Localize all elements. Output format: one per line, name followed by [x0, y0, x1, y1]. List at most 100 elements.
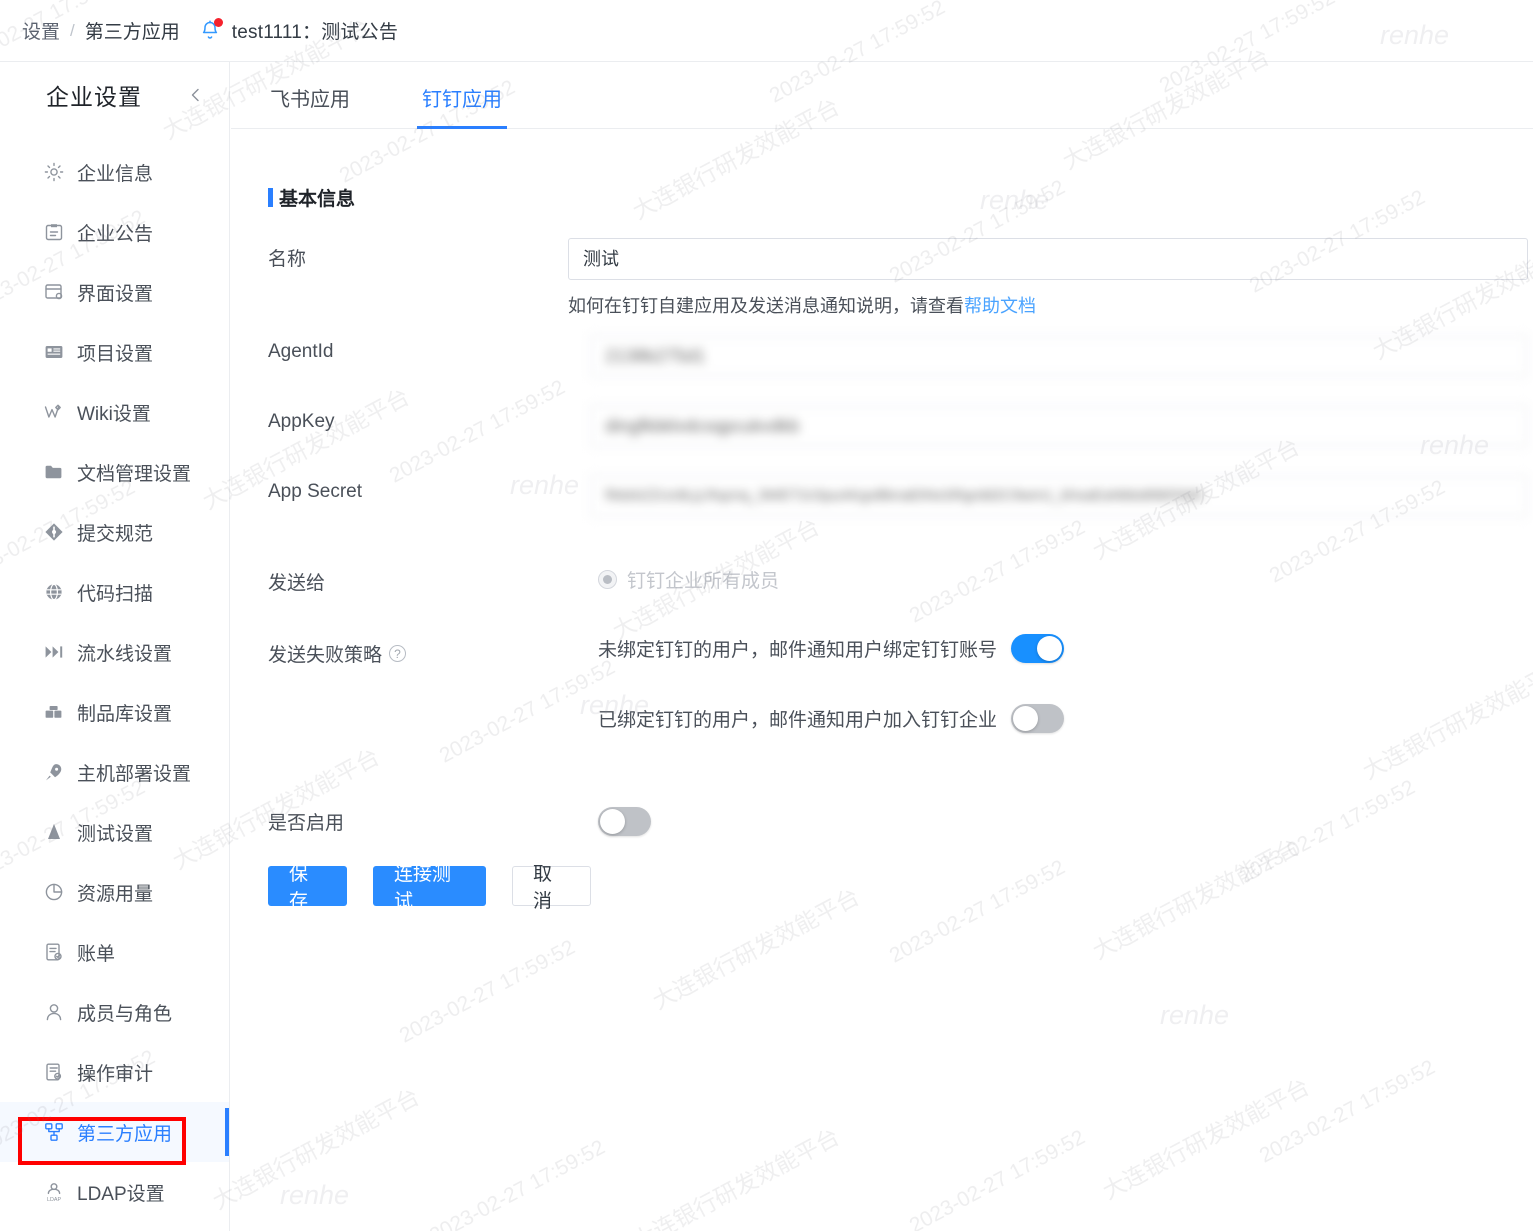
sidebar-item-8[interactable]: 代码扫描: [0, 562, 229, 622]
appsecret-input[interactable]: f9dzkZZUc8LjLRqznq_3WET2c5puAKgvBknaEtNs…: [590, 475, 1528, 517]
cancel-button[interactable]: 取 消: [512, 864, 591, 912]
announcement-text[interactable]: test1111：测试公告: [232, 17, 398, 44]
question-circle-icon[interactable]: ?: [389, 645, 407, 662]
sidebar-item-12[interactable]: 测试设置: [0, 802, 229, 862]
sidebar-item-13[interactable]: 资源用量: [0, 862, 229, 922]
rocket-icon: [42, 760, 66, 784]
sidebar-item-3[interactable]: 界面设置: [0, 262, 229, 322]
sidebar-item-10[interactable]: 制品库设置: [0, 682, 229, 742]
user-icon: [42, 1000, 66, 1024]
label-agentid: AgentId: [268, 341, 334, 362]
label-appsecret: App Secret: [268, 481, 362, 502]
fail-policy-switch-1[interactable]: [1011, 634, 1065, 663]
agentid-input[interactable]: 2138b275d1: [590, 335, 1528, 377]
sidebar-item-label: 提交规范: [77, 523, 154, 545]
sidebar-item-label: 主机部署设置: [77, 763, 192, 785]
tab-dingtalk[interactable]: 钉钉应用: [417, 83, 507, 129]
section-header: 基本信息: [268, 184, 1533, 211]
bell-icon[interactable]: [198, 17, 223, 44]
name-input[interactable]: 测试: [568, 238, 1528, 280]
name-hint: 如何在钉钉自建应用及发送消息通知说明，请查看帮助文档: [568, 292, 1528, 318]
sidebar-item-14[interactable]: 账单: [0, 922, 229, 982]
form-row-appkey: AppKey dingfkbklvdcsqpcukvdkb: [268, 405, 1528, 447]
svg-text:LDAP: LDAP: [47, 1197, 61, 1203]
project-icon: [42, 340, 66, 364]
form-row-name: 名称 测试 如何在钉钉自建应用及发送消息通知说明，请查看帮助文档: [268, 238, 1528, 318]
sidebar-item-11[interactable]: 主机部署设置: [0, 742, 229, 802]
notification-badge-dot: [213, 17, 223, 27]
sidebar-item-label: 企业公告: [77, 223, 154, 245]
gear-icon: [42, 160, 66, 184]
sidebar-item-label: 资源用量: [77, 883, 154, 905]
sidebar-item-5[interactable]: Wiki设置: [0, 382, 229, 442]
label-enabled: 是否启用: [268, 813, 345, 834]
sidebar-item-label: 流水线设置: [77, 643, 173, 665]
sidebar-item-label: 项目设置: [77, 343, 154, 365]
folder-icon: [42, 460, 66, 484]
chevron-left-icon[interactable]: [185, 84, 207, 106]
form-row-agentid: AgentId 2138b275d1: [268, 335, 1528, 377]
sidebar-item-label: 第三方应用: [77, 1123, 173, 1145]
label-fail-policy-text: 发送失败策略: [268, 645, 383, 666]
fail-policy-switch-1-label: 未绑定钉钉的用户，邮件通知用户绑定钉钉账号: [598, 640, 998, 661]
save-button[interactable]: 保 存: [268, 864, 347, 912]
form-row-appsecret: App Secret f9dzkZZUc8LjLRqznq_3WET2c5puA…: [268, 475, 1528, 517]
form-row-sendto: 发送给 钉钉企业所有成员: [268, 562, 1528, 595]
sidebar-item-label: 代码扫描: [77, 583, 154, 605]
section-title-text: 基本信息: [279, 189, 356, 210]
label-fail-policy: 发送失败策略 ?: [268, 634, 598, 667]
sidebar: 企业设置 企业信息企业公告界面设置项目设置 Wiki设置文档管理设置 提交规范代码扫…: [0, 62, 230, 1231]
label-name: 名称: [268, 249, 307, 270]
sidebar-nav: 企业信息企业公告界面设置项目设置 Wiki设置文档管理设置 提交规范代码扫描流水线设…: [0, 128, 229, 1222]
sidebar-item-16[interactable]: 操作审计: [0, 1042, 229, 1102]
sidebar-item-label: LDAP设置: [77, 1183, 165, 1205]
sidebar-item-15[interactable]: 成员与角色: [0, 982, 229, 1042]
radio-all-members-label: 钉钉企业所有成员: [627, 571, 780, 592]
fail-policy-switch-2-label: 已绑定钉钉的用户，邮件通知用户加入钉钉企业: [598, 710, 998, 731]
sidebar-item-1[interactable]: 企业信息: [0, 142, 229, 202]
breadcrumb-current: 第三方应用: [84, 22, 180, 43]
commit-icon: [42, 520, 66, 544]
sidebar-item-6[interactable]: 文档管理设置: [0, 442, 229, 502]
fail-policy-switch-2[interactable]: [1011, 704, 1065, 733]
flask-icon: [42, 820, 66, 844]
sidebar-item-label: 操作审计: [77, 1063, 154, 1085]
sidebar-title: 企业设置: [46, 84, 142, 110]
sidebar-item-17[interactable]: 第三方应用: [0, 1102, 229, 1162]
name-hint-text: 如何在钉钉自建应用及发送消息通知说明，请查看: [568, 296, 964, 316]
breadcrumb-bar: 设置 / 第三方应用 test1111：测试公告: [0, 0, 1533, 62]
wiki-icon: [42, 400, 66, 424]
help-doc-link[interactable]: 帮助文档: [964, 296, 1036, 316]
sidebar-item-9[interactable]: 流水线设置: [0, 622, 229, 682]
sidebar-item-label: 企业信息: [77, 163, 154, 185]
label-appkey: AppKey: [268, 411, 335, 432]
form-row-fail-policy: 发送失败策略 ? 未绑定钉钉的用户，邮件通知用户绑定钉钉账号 已绑定钉钉的用户，…: [268, 634, 1528, 733]
connection-test-button[interactable]: 连接测试: [373, 864, 486, 912]
breadcrumb-root[interactable]: 设置: [22, 17, 60, 44]
sidebar-item-18[interactable]: LDAP LDAP设置: [0, 1162, 229, 1222]
main-content: 飞书应用 钉钉应用 基本信息 名称 测试 如何在钉钉自建应用及发送消息通知说明，…: [231, 62, 1533, 1231]
sidebar-item-label: 成员与角色: [77, 1003, 173, 1025]
sidebar-header: 企业设置: [0, 62, 229, 128]
audit-icon: [42, 1060, 66, 1084]
enabled-switch[interactable]: [598, 807, 651, 836]
tab-bar: 飞书应用 钉钉应用: [231, 62, 1533, 129]
sidebar-item-label: 账单: [77, 943, 116, 965]
sidebar-item-label: 文档管理设置: [77, 463, 192, 485]
sidebar-item-2[interactable]: 企业公告: [0, 202, 229, 262]
form-row-enabled: 是否启用: [268, 802, 1528, 836]
label-sendto: 发送给: [268, 573, 326, 594]
pie-chart-icon: [42, 880, 66, 904]
sidebar-item-4[interactable]: 项目设置: [0, 322, 229, 382]
sidebar-item-label: 界面设置: [77, 283, 154, 305]
tab-feishu[interactable]: 飞书应用: [268, 83, 352, 128]
sidebar-item-label: Wiki设置: [77, 403, 151, 425]
layout-icon: [42, 280, 66, 304]
sidebar-item-7[interactable]: 提交规范: [0, 502, 229, 562]
scan-icon: [42, 580, 66, 604]
fail-policy-switch-1-row: 未绑定钉钉的用户，邮件通知用户绑定钉钉账号: [598, 634, 1065, 663]
appkey-input[interactable]: dingfkbklvdcsqpcukvdkb: [590, 405, 1528, 447]
form-actions: 保 存 连接测试 取 消: [268, 864, 591, 912]
package-icon: [42, 700, 66, 724]
ldap-icon: LDAP: [42, 1180, 66, 1204]
